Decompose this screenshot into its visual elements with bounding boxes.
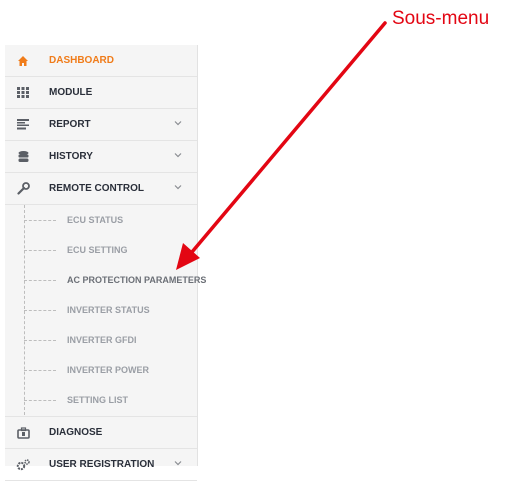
red-arrow (176, 21, 387, 270)
